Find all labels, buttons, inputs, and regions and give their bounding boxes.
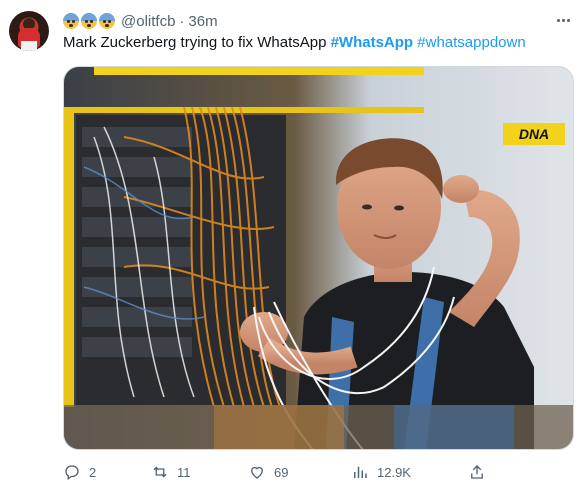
views-icon	[354, 466, 367, 478]
retweet-icon	[153, 466, 167, 478]
anxious-face-emoji-icon	[99, 13, 115, 29]
photo-illustration	[64, 67, 573, 449]
retweet-button[interactable]: 11	[151, 460, 191, 484]
tweet-header: @olitfcb · 36m	[63, 11, 218, 31]
anxious-face-emoji-icon	[81, 13, 97, 29]
dot-icon	[556, 18, 560, 22]
tweet-actions: 2 11 69 12.9K	[63, 460, 574, 484]
tweet-text: Mark Zuckerberg trying to fix WhatsApp #…	[63, 33, 526, 53]
dot-icon	[566, 18, 570, 22]
author-handle[interactable]: @olitfcb	[121, 13, 175, 30]
reply-icon	[65, 465, 79, 481]
more-options-button[interactable]	[553, 12, 573, 28]
views-button[interactable]: 12.9K	[351, 460, 411, 484]
tweet-media-image[interactable]: DNA	[63, 66, 574, 450]
reply-button[interactable]: 2	[63, 460, 96, 484]
like-button[interactable]: 69	[248, 460, 288, 484]
anxious-face-emoji-icon	[63, 13, 79, 29]
tweet-text-plain: Mark Zuckerberg trying to fix WhatsApp	[63, 34, 331, 51]
share-button[interactable]	[468, 460, 494, 484]
tweet-timestamp[interactable]: 36m	[188, 13, 217, 30]
tweet: @olitfcb · 36m Mark Zuckerberg trying to…	[0, 0, 587, 490]
avatar[interactable]	[9, 11, 49, 51]
heart-icon	[251, 466, 263, 479]
retweet-count: 11	[177, 464, 191, 480]
share-icon	[471, 465, 483, 479]
hashtag-whatsapp[interactable]: #WhatsApp	[331, 34, 414, 51]
view-count: 12.9K	[377, 464, 411, 480]
header-separator: ·	[179, 12, 185, 30]
hashtag-whatsappdown[interactable]: #whatsappdown	[417, 34, 525, 51]
dna-badge: DNA	[503, 123, 565, 145]
reply-count: 2	[89, 464, 97, 480]
dot-icon	[561, 18, 565, 22]
like-count: 69	[274, 464, 289, 480]
